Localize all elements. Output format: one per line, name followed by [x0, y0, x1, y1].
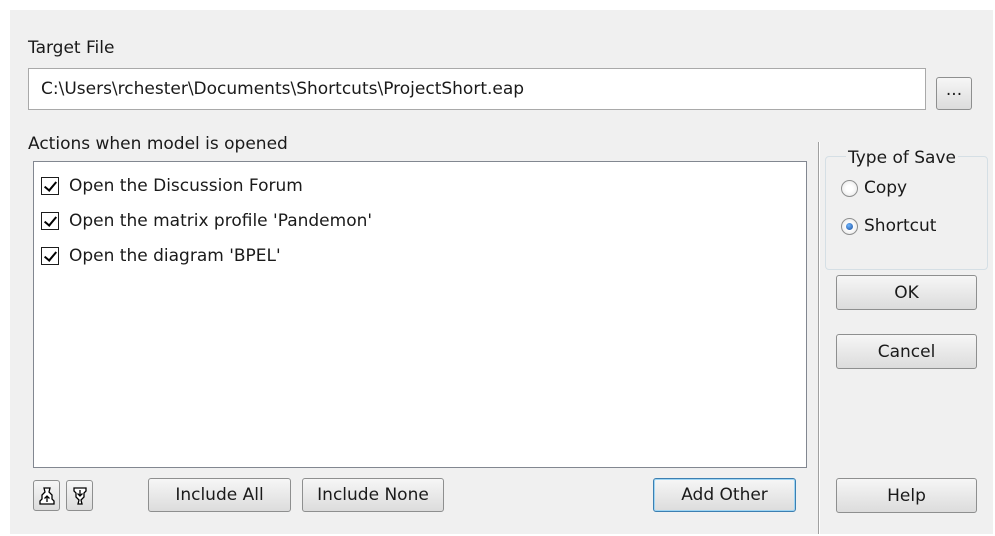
move-up-icon [38, 486, 55, 505]
action-checkbox[interactable] [41, 247, 59, 265]
type-of-save-group [825, 156, 988, 270]
list-item[interactable]: Open the diagram 'BPEL' [41, 245, 281, 267]
vertical-separator [818, 142, 820, 534]
add-other-button[interactable]: Add Other [653, 478, 796, 512]
include-none-button[interactable]: Include None [302, 478, 444, 512]
list-item[interactable]: Open the matrix profile 'Pandemon' [41, 210, 372, 232]
browse-button[interactable]: ... [936, 77, 972, 110]
include-all-button[interactable]: Include All [148, 478, 291, 512]
actions-list[interactable]: Open the Discussion Forum Open the matri… [33, 161, 807, 468]
action-checkbox[interactable] [41, 177, 59, 195]
ok-button[interactable]: OK [836, 275, 977, 310]
save-shortcut-dialog: Target File C:\Users\rchester\Documents\… [10, 10, 993, 534]
type-of-save-label: Type of Save [846, 148, 958, 168]
copy-label: Copy [864, 178, 908, 198]
action-checkbox[interactable] [41, 212, 59, 230]
cancel-button[interactable]: Cancel [836, 334, 977, 369]
target-file-label: Target File [28, 38, 115, 58]
action-label: Open the matrix profile 'Pandemon' [69, 211, 373, 231]
copy-radio-option[interactable]: Copy [841, 177, 907, 199]
actions-label: Actions when model is opened [28, 134, 288, 154]
move-down-icon [72, 486, 87, 505]
shortcut-label: Shortcut [864, 216, 937, 236]
list-item[interactable]: Open the Discussion Forum [41, 175, 303, 197]
shortcut-radio-option[interactable]: Shortcut [841, 215, 936, 237]
move-down-button[interactable] [66, 480, 93, 511]
shortcut-radio[interactable] [841, 217, 858, 235]
move-up-button[interactable] [33, 480, 60, 511]
target-file-input[interactable]: C:\Users\rchester\Documents\Shortcuts\Pr… [28, 68, 926, 110]
copy-radio[interactable] [841, 179, 858, 197]
help-button[interactable]: Help [836, 478, 977, 513]
action-label: Open the diagram 'BPEL' [69, 246, 281, 266]
action-label: Open the Discussion Forum [69, 176, 303, 196]
